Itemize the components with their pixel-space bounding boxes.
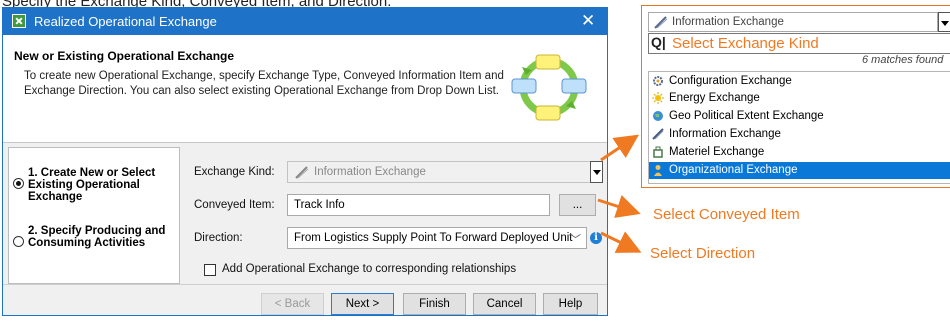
realized-operational-exchange-dialog: Realized Operational Exchange ✕ New or E… — [2, 7, 608, 316]
exchange-kind-dropdown-panel: Information Exchange Q| Select Exchange … — [641, 5, 950, 188]
exchange-kind-dropdown-arrow[interactable] — [590, 161, 603, 183]
header-title: New or Existing Operational Exchange — [14, 49, 235, 63]
list-item-organizational-exchange[interactable]: Organizational Exchange — [649, 162, 950, 179]
select-direction-annotation: Select Direction — [650, 245, 756, 262]
step-2-radio[interactable] — [13, 236, 24, 247]
step-1-label: 1. Create New or Select Existing Operati… — [28, 167, 156, 203]
conveyed-item-value: Track Info — [294, 199, 345, 211]
direction-label: Direction: — [194, 232, 243, 244]
add-to-relationships-label: Add Operational Exchange to correspondin… — [222, 263, 517, 275]
dialog-titlebar: Realized Operational Exchange ✕ — [3, 8, 607, 35]
configuration-exchange-icon — [653, 76, 663, 86]
list-item-energy-exchange[interactable]: Energy Exchange — [649, 90, 950, 107]
exchange-kind-label: Exchange Kind: — [194, 166, 275, 178]
header-description: To create new Operational Exchange, spec… — [24, 70, 504, 97]
conveyed-item-field[interactable]: Track Info — [287, 194, 550, 216]
dropdown-arrow-icon[interactable] — [938, 12, 950, 32]
direction-value: From Logistics Supply Point To Forward D… — [294, 232, 573, 244]
list-item-geo-political-extent-exchange[interactable]: Geo Political Extent Exchange — [649, 108, 950, 125]
dialog-title: Realized Operational Exchange — [34, 14, 217, 29]
help-button[interactable]: Help — [543, 293, 598, 315]
select-conveyed-item-annotation: Select Conveyed Item — [653, 206, 800, 223]
exchange-kind-list: Configuration Exchange Energy Exchange G… — [648, 71, 950, 184]
exchange-kind-field[interactable]: Information Exchange — [287, 161, 591, 183]
energy-exchange-icon — [652, 92, 664, 104]
list-item-label: Energy Exchange — [669, 92, 760, 104]
dropdown-selected-value[interactable]: Information Exchange — [648, 12, 938, 32]
browse-conveyed-item-button[interactable]: ... — [559, 194, 596, 216]
materiel-exchange-icon — [653, 146, 663, 158]
app-icon — [12, 14, 26, 28]
matches-count: 6 matches found — [862, 54, 944, 66]
list-item-label: Organizational Exchange — [669, 164, 798, 176]
dropdown-selected-label: Information Exchange — [672, 16, 784, 28]
list-item-label: Configuration Exchange — [669, 75, 792, 87]
wizard-steps-panel: 1. Create New or Select Existing Operati… — [8, 147, 180, 284]
dropdown-search-field[interactable]: Q| Select Exchange Kind — [648, 33, 950, 54]
step-1-radio[interactable] — [13, 178, 24, 189]
close-icon[interactable]: ✕ — [581, 11, 595, 31]
list-item-information-exchange[interactable]: Information Exchange — [649, 126, 950, 143]
exchange-kind-value: Information Exchange — [314, 166, 426, 178]
info-icon[interactable]: i — [590, 232, 602, 244]
step-2-label: 2. Specify Producing and Consuming Activ… — [28, 225, 166, 249]
cancel-button[interactable]: Cancel — [473, 293, 536, 315]
back-button[interactable]: < Back — [261, 293, 324, 315]
add-to-relationships-checkbox[interactable] — [204, 264, 216, 276]
organizational-exchange-icon — [654, 165, 662, 176]
direction-select[interactable]: From Logistics Supply Point To Forward D… — [287, 227, 587, 249]
chevron-down-icon[interactable]: ﹀ — [570, 231, 581, 247]
conveyed-item-label: Conveyed Item: — [194, 199, 275, 211]
list-item-configuration-exchange[interactable]: Configuration Exchange — [649, 73, 950, 90]
wizard-illustration-icon — [511, 54, 587, 121]
information-exchange-icon — [654, 16, 668, 29]
next-button[interactable]: Next > — [331, 293, 394, 315]
information-exchange-icon — [295, 166, 309, 179]
geo-political-exchange-icon — [653, 111, 663, 121]
select-exchange-kind-annotation: Select Exchange Kind — [672, 35, 819, 52]
search-icon: Q| — [651, 34, 666, 50]
list-item-label: Geo Political Extent Exchange — [669, 110, 824, 122]
list-item-label: Materiel Exchange — [669, 146, 765, 158]
finish-button[interactable]: Finish — [403, 293, 466, 315]
list-item-label: Information Exchange — [669, 128, 781, 140]
dialog-header: New or Existing Operational Exchange To … — [3, 35, 607, 143]
information-exchange-icon — [652, 128, 664, 140]
list-item-materiel-exchange[interactable]: Materiel Exchange — [649, 144, 950, 161]
